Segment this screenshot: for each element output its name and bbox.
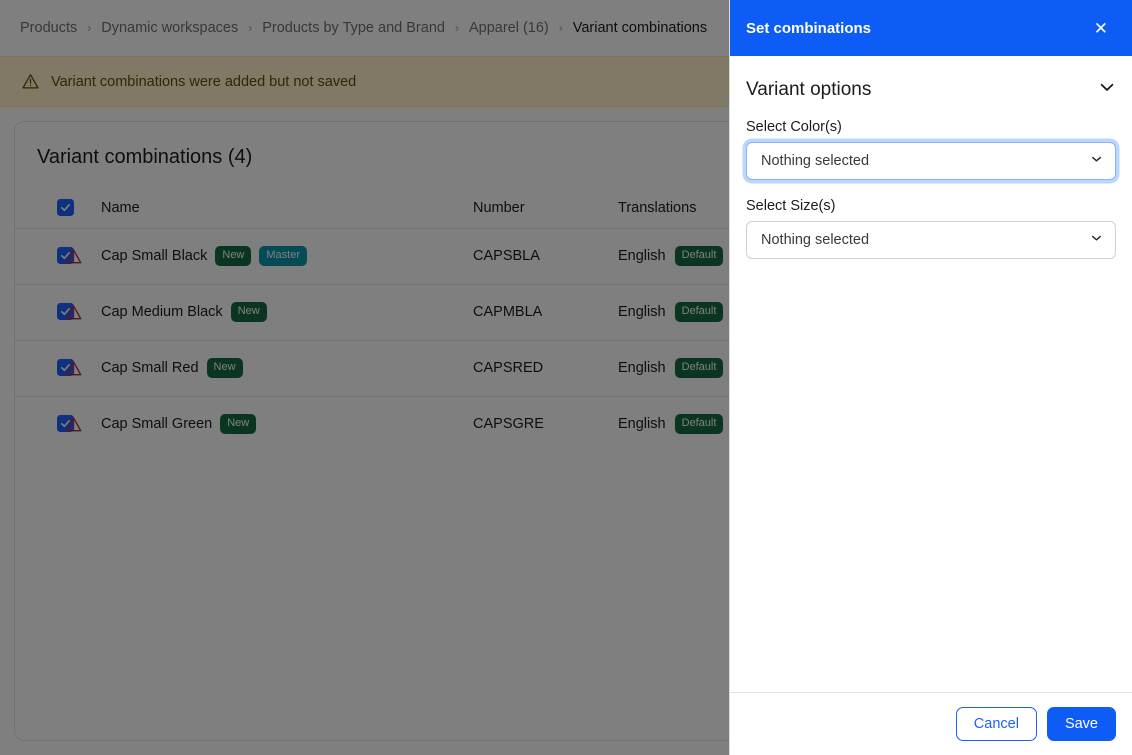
select-colors-dropdown[interactable]: Nothing selected — [746, 142, 1116, 180]
variant-options-section-header[interactable]: Variant options — [746, 76, 1116, 119]
select-colors-value: Nothing selected — [761, 153, 870, 169]
chevron-down-icon[interactable] — [1098, 78, 1116, 101]
modal-title: Set combinations — [746, 19, 872, 37]
select-sizes-dropdown[interactable]: Nothing selected — [746, 221, 1116, 259]
chevron-down-icon — [1090, 153, 1103, 170]
select-colors-label: Select Color(s) — [746, 119, 842, 135]
modal-footer: Cancel Save — [730, 692, 1132, 755]
cancel-button[interactable]: Cancel — [955, 707, 1037, 741]
select-sizes-field: Select Size(s) Nothing selected — [746, 198, 1116, 259]
save-button[interactable]: Save — [1046, 707, 1116, 741]
close-icon[interactable]: ✕ — [1086, 14, 1116, 43]
select-sizes-label: Select Size(s) — [746, 198, 836, 214]
modal-backdrop-overlay[interactable] — [0, 0, 729, 755]
select-sizes-value: Nothing selected — [761, 232, 870, 248]
modal-body: Variant options Select Color(s) Nothing … — [730, 56, 1132, 692]
app-root: Products›Dynamic workspaces›Products by … — [0, 0, 1132, 755]
modal-header: Set combinations ✕ — [730, 0, 1132, 56]
variant-options-title: Variant options — [746, 78, 872, 100]
select-colors-field: Select Color(s) Nothing selected — [746, 119, 1116, 180]
chevron-down-icon — [1090, 232, 1103, 249]
set-combinations-modal: Set combinations ✕ Variant options Selec… — [729, 0, 1132, 755]
